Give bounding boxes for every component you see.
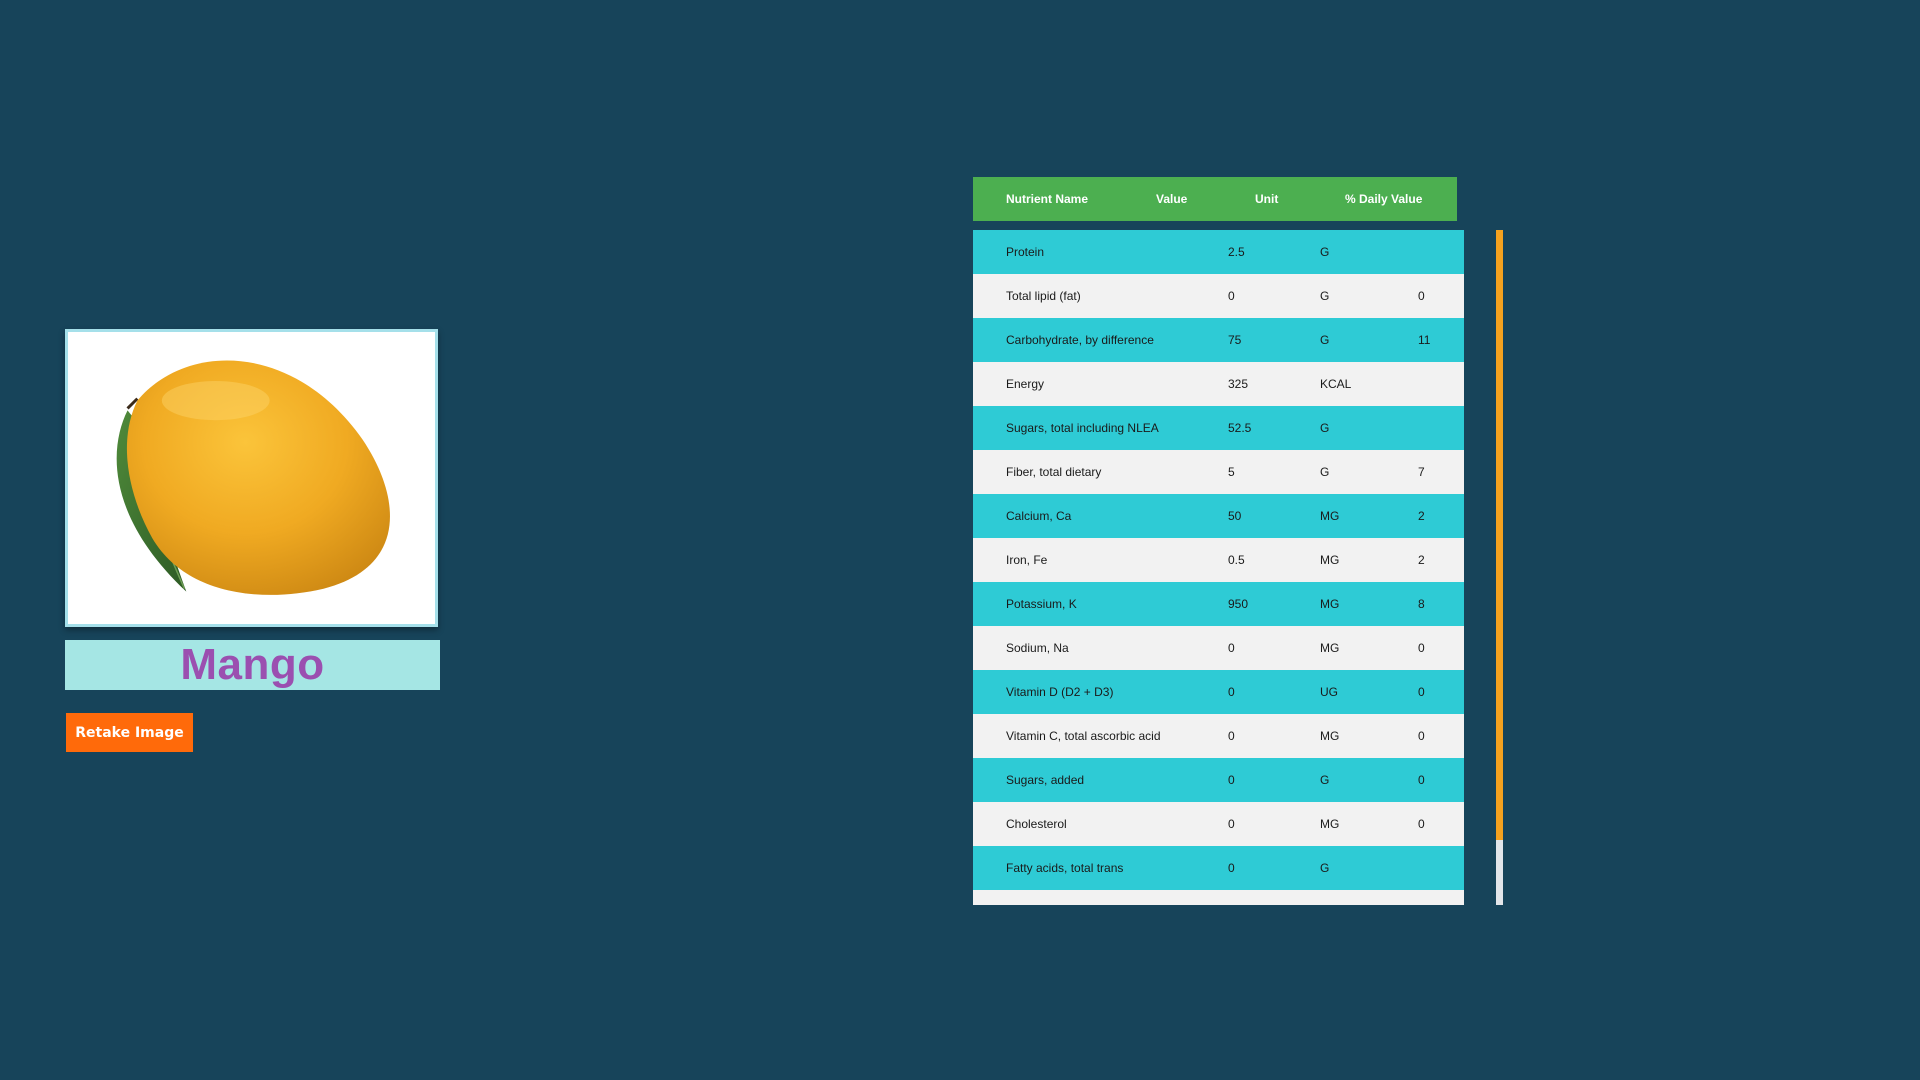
nutrient-name: Protein [1006,245,1045,259]
nutrition-table-body[interactable]: Protein 2.5 G Total lipid (fat) 0 G 0 Ca… [973,230,1464,905]
header-value: Value [1156,192,1188,206]
table-row: Sugars, total including NLEA 52.5 G [973,406,1464,450]
nutrient-value: 0 [1228,289,1235,303]
nutrient-unit: G [1320,289,1330,303]
nutrient-value: 0 [1228,861,1235,875]
fruit-image [65,329,438,627]
header-nutrient-name: Nutrient Name [1006,192,1089,206]
nutrient-name: Carbohydrate, by difference [1006,333,1154,347]
table-row [973,890,1464,905]
nutrient-name: Sugars, total including NLEA [1006,421,1159,435]
nutrient-value: 52.5 [1228,421,1252,435]
table-row: Vitamin C, total ascorbic acid 0 MG 0 [973,714,1464,758]
nutrient-unit: MG [1320,641,1340,655]
nutrient-unit: MG [1320,729,1340,743]
nutrient-value: 0 [1228,685,1235,699]
fruit-name-banner: Mango [65,640,440,690]
nutrient-value: 0.5 [1228,553,1245,567]
page: Mango Retake Image Nutrient Name Value U… [0,0,1920,1080]
table-scrollbar[interactable] [1496,230,1503,905]
nutrient-value: 50 [1228,509,1242,523]
nutrient-value: 0 [1228,729,1235,743]
table-row: Cholesterol 0 MG 0 [973,802,1464,846]
nutrient-value: 0 [1228,773,1235,787]
fruit-name: Mango [180,640,325,689]
nutrient-unit: KCAL [1320,377,1352,391]
nutrition-table-header: Nutrient Name Value Unit % Daily Value [973,177,1457,221]
table-row: Total lipid (fat) 0 G 0 [973,274,1464,318]
nutrient-unit: G [1320,333,1330,347]
nutrient-unit: MG [1320,597,1340,611]
table-row: Carbohydrate, by difference 75 G 11 [973,318,1464,362]
nutrient-name: Sodium, Na [1006,641,1069,655]
nutrient-daily-value: 0 [1418,773,1425,787]
table-row: Fatty acids, total trans 0 G [973,846,1464,890]
nutrient-value: 2.5 [1228,245,1245,259]
header-daily-value: % Daily Value [1345,192,1423,206]
nutrient-name: Vitamin D (D2 + D3) [1006,685,1114,699]
nutrient-value: 0 [1228,641,1235,655]
mango-image [116,360,390,595]
nutrient-unit: MG [1320,553,1340,567]
nutrient-name: Fatty acids, total trans [1006,861,1124,875]
nutrient-name: Sugars, added [1006,773,1085,787]
nutrient-daily-value: 2 [1418,509,1425,523]
nutrient-daily-value: 8 [1418,597,1425,611]
nutrient-unit: MG [1320,817,1340,831]
table-row: Sugars, added 0 G 0 [973,758,1464,802]
nutrient-daily-value: 0 [1418,817,1425,831]
nutrient-value: 950 [1228,597,1249,611]
table-row: Vitamin D (D2 + D3) 0 UG 0 [973,670,1464,714]
table-row: Potassium, K 950 MG 8 [973,582,1464,626]
nutrient-daily-value: 11 [1418,333,1431,347]
nutrient-daily-value: 7 [1418,465,1425,479]
nutrient-unit: G [1320,773,1330,787]
table-row: Fiber, total dietary 5 G 7 [973,450,1464,494]
table-row: Protein 2.5 G [973,230,1464,274]
nutrient-daily-value: 0 [1418,289,1425,303]
nutrient-daily-value: 0 [1418,729,1425,743]
nutrient-unit: G [1320,421,1330,435]
header-unit: Unit [1255,192,1279,206]
nutrient-unit: G [1320,245,1330,259]
nutrient-name: Fiber, total dietary [1006,465,1102,479]
nutrient-name: Energy [1006,377,1045,391]
nutrient-value: 75 [1228,333,1242,347]
nutrient-daily-value: 2 [1418,553,1425,567]
nutrient-name: Calcium, Ca [1006,509,1072,523]
nutrient-name: Total lipid (fat) [1006,289,1081,303]
nutrient-daily-value: 0 [1418,641,1425,655]
table-row: Iron, Fe 0.5 MG 2 [973,538,1464,582]
nutrient-name: Cholesterol [1006,817,1067,831]
nutrient-value: 5 [1228,465,1235,479]
nutrient-unit: UG [1320,685,1338,699]
nutrient-value: 0 [1228,817,1235,831]
table-row: Sodium, Na 0 MG 0 [973,626,1464,670]
retake-image-button[interactable]: Retake Image [66,713,193,752]
nutrient-unit: G [1320,861,1330,875]
nutrient-daily-value: 0 [1418,685,1425,699]
table-row: Energy 325 KCAL [973,362,1464,406]
nutrient-value: 325 [1228,377,1249,391]
table-row: Calcium, Ca 50 MG 2 [973,494,1464,538]
nutrient-unit: G [1320,465,1330,479]
nutrient-name: Iron, Fe [1006,553,1048,567]
nutrient-name: Vitamin C, total ascorbic acid [1006,729,1161,743]
scrollbar-thumb[interactable] [1496,230,1503,840]
nutrient-unit: MG [1320,509,1340,523]
nutrient-name: Potassium, K [1006,597,1077,611]
